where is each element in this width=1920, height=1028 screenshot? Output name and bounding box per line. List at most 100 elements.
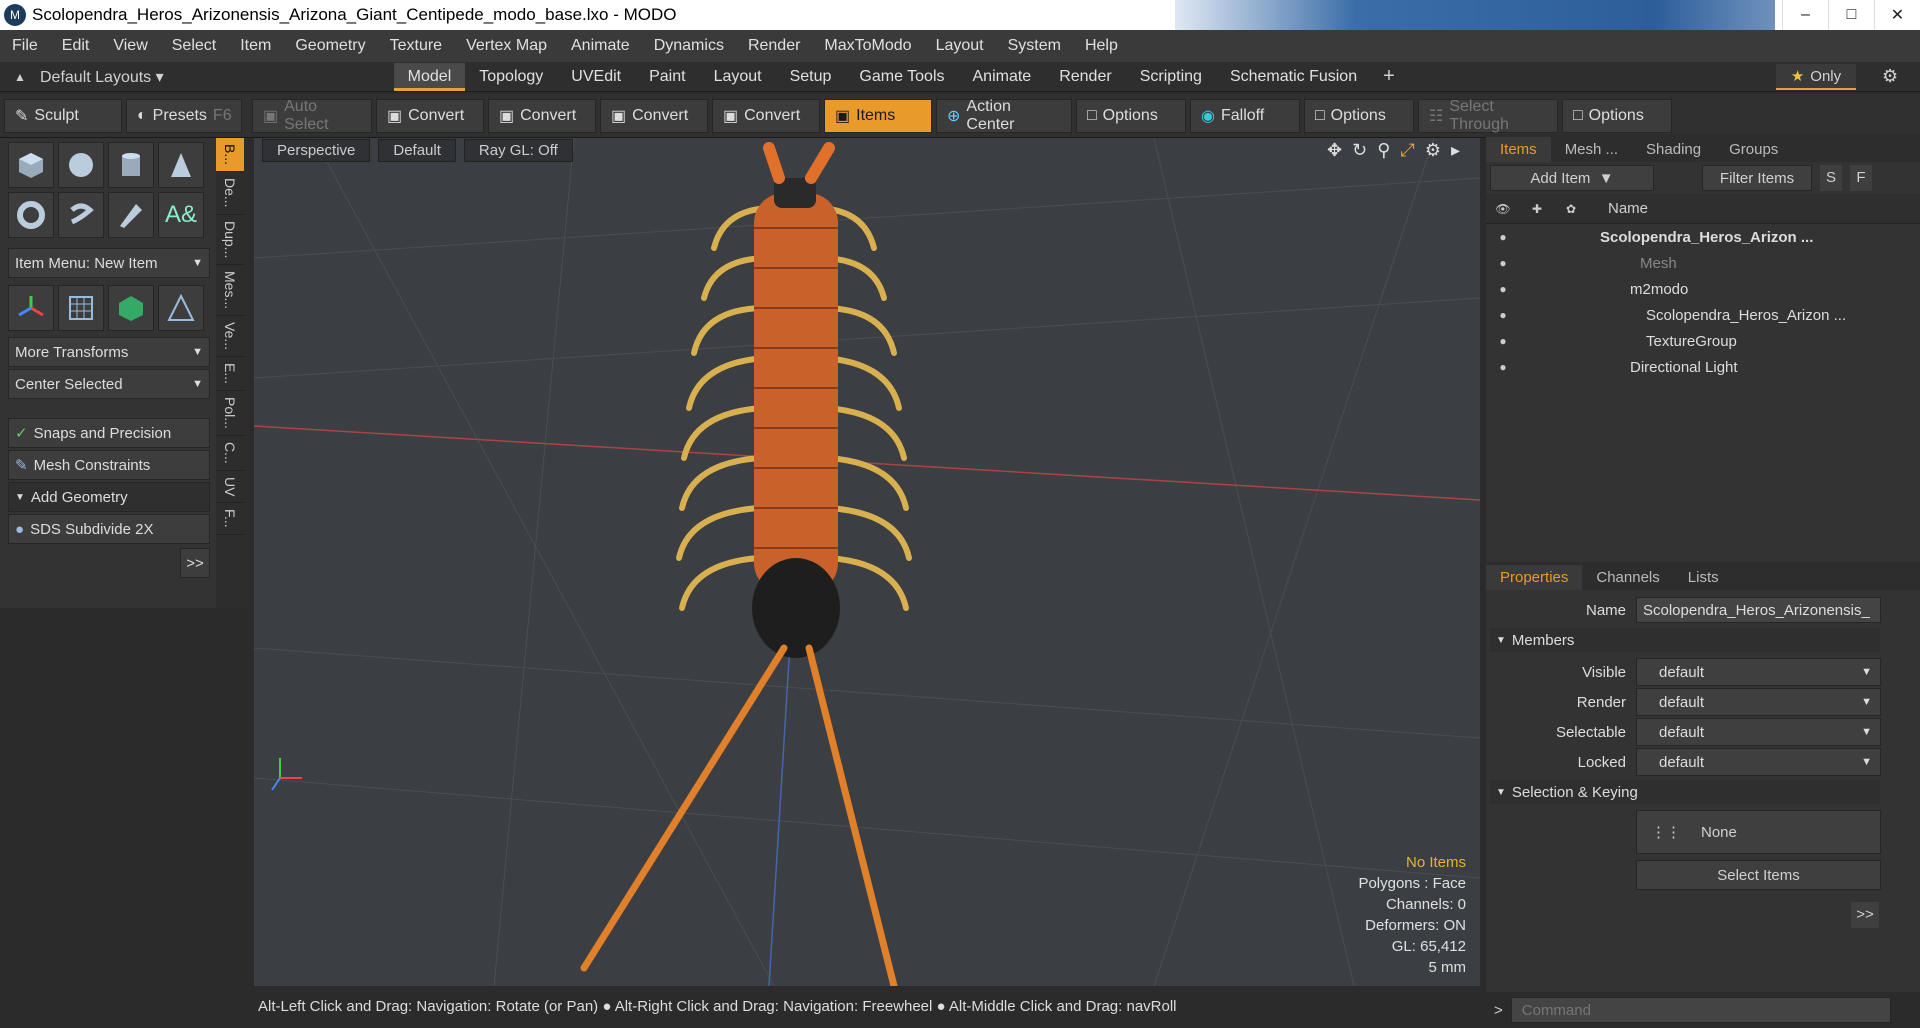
cube-primitive-icon[interactable]: [8, 142, 54, 188]
tree-row-mesh[interactable]: ● Mesh: [1486, 250, 1920, 276]
more-transforms-dropdown[interactable]: More Transforms ▼: [8, 337, 210, 367]
menu-animate[interactable]: Animate: [559, 37, 642, 55]
selectable-dropdown[interactable]: default ▼: [1636, 718, 1881, 746]
render-dropdown[interactable]: default ▼: [1636, 688, 1881, 716]
visibility-eye-icon[interactable]: ●: [1486, 282, 1520, 296]
visible-dropdown[interactable]: default ▼: [1636, 658, 1881, 686]
menu-system[interactable]: System: [996, 37, 1073, 55]
menu-vertex-map[interactable]: Vertex Map: [454, 37, 559, 55]
close-button[interactable]: ✕: [1874, 0, 1920, 30]
menu-item[interactable]: Item: [228, 37, 283, 55]
menu-edit[interactable]: Edit: [50, 37, 102, 55]
menu-maxtomodo[interactable]: MaxToModo: [812, 37, 923, 55]
visibility-eye-icon[interactable]: ●: [1486, 334, 1520, 348]
cylinder-primitive-icon[interactable]: [108, 142, 154, 188]
menu-file[interactable]: File: [0, 37, 50, 55]
tab-paint[interactable]: Paint: [635, 63, 699, 91]
none-button[interactable]: ⋮⋮ None: [1636, 810, 1881, 854]
tree-row-m2modo[interactable]: ● m2modo: [1486, 276, 1920, 302]
cone-primitive-icon[interactable]: [158, 142, 204, 188]
action-center-button[interactable]: ⊕ Action Center: [936, 98, 1072, 133]
presets-button[interactable]: ◐ Presets F6: [126, 98, 242, 133]
options-button-2[interactable]: □ Options: [1304, 98, 1414, 133]
vtab-curve[interactable]: C...: [216, 436, 244, 471]
selection-keying-section[interactable]: ▼ Selection & Keying: [1490, 780, 1880, 804]
select-items-button[interactable]: Select Items: [1636, 860, 1881, 890]
tab-render[interactable]: Render: [1045, 63, 1125, 91]
green-cube-icon[interactable]: [108, 285, 154, 331]
minimize-button[interactable]: –: [1782, 0, 1828, 30]
select-through-button[interactable]: ☷ Select Through: [1418, 98, 1558, 133]
torus-primitive-icon[interactable]: [8, 192, 54, 238]
auto-select-button[interactable]: ▣ Auto Select: [252, 98, 372, 133]
menu-select[interactable]: Select: [160, 37, 228, 55]
menu-texture[interactable]: Texture: [378, 37, 454, 55]
tab-animate[interactable]: Animate: [959, 63, 1046, 91]
menu-layout[interactable]: Layout: [924, 37, 996, 55]
only-toggle[interactable]: ★ Only: [1776, 64, 1856, 90]
zoom-icon[interactable]: ⚲: [1377, 140, 1390, 161]
vtab-edge[interactable]: E...: [216, 357, 244, 392]
vtab-duplicate[interactable]: Dup...: [216, 215, 244, 265]
tree-row-texturegroup[interactable]: ● TextureGroup: [1486, 328, 1920, 354]
add-geometry-section[interactable]: ▼ Add Geometry: [8, 482, 210, 512]
visibility-eye-icon[interactable]: ●: [1486, 308, 1520, 322]
tree-row-directional-light[interactable]: ● Directional Light: [1486, 354, 1920, 380]
expand-arrow-icon[interactable]: ▸: [1451, 140, 1460, 161]
center-selected-dropdown[interactable]: Center Selected ▼: [8, 369, 210, 399]
convert-button-2[interactable]: ▣ Convert: [488, 98, 596, 133]
visibility-eye-icon[interactable]: ●: [1486, 256, 1520, 270]
maximize-button[interactable]: □: [1828, 0, 1874, 30]
rotate-icon[interactable]: ↻: [1352, 140, 1367, 161]
item-menu-dropdown[interactable]: Item Menu: New Item ▼: [8, 248, 210, 278]
capsule-primitive-icon[interactable]: [58, 192, 104, 238]
add-tab-icon[interactable]: +: [1371, 65, 1407, 88]
vtab-deform[interactable]: De...: [216, 172, 244, 215]
vtab-fusion[interactable]: F...: [216, 503, 244, 535]
layout-selector[interactable]: Default Layouts ▾: [40, 67, 164, 87]
vtab-basic[interactable]: B...: [216, 138, 244, 173]
text-tool-icon[interactable]: A&: [158, 192, 204, 238]
snaps-precision-button[interactable]: ✓ Snaps and Precision: [8, 418, 210, 448]
pyramid-tool-icon[interactable]: [158, 285, 204, 331]
vtab-uv[interactable]: UV: [216, 471, 244, 504]
vtab-vertex[interactable]: Ve...: [216, 316, 244, 358]
more-props-button[interactable]: >>: [1851, 902, 1879, 928]
tree-row-locator[interactable]: ● Scolopendra_Heros_Arizon ...: [1486, 302, 1920, 328]
convert-button-1[interactable]: ▣ Convert: [376, 98, 484, 133]
options-button-3[interactable]: □ Options: [1562, 98, 1672, 133]
options-button-1[interactable]: □ Options: [1076, 98, 1186, 133]
tab-model[interactable]: Model: [393, 62, 466, 91]
tab-uvedit[interactable]: UVEdit: [557, 63, 635, 91]
tab-items[interactable]: Items: [1486, 137, 1551, 162]
command-input[interactable]: [1510, 997, 1891, 1023]
menu-geometry[interactable]: Geometry: [283, 37, 377, 55]
transform-tool-icon[interactable]: [8, 285, 54, 331]
view-type-selector[interactable]: Perspective: [262, 138, 371, 162]
collapse-icon[interactable]: ▲: [0, 70, 40, 84]
tab-scripting[interactable]: Scripting: [1126, 63, 1216, 91]
tab-groups[interactable]: Groups: [1715, 137, 1792, 162]
visibility-eye-icon[interactable]: ●: [1486, 360, 1520, 374]
tab-game-tools[interactable]: Game Tools: [845, 63, 958, 91]
tab-channels[interactable]: Channels: [1582, 565, 1673, 590]
tab-lists[interactable]: Lists: [1674, 565, 1733, 590]
sds-subdivide-button[interactable]: ● SDS Subdivide 2X: [8, 514, 210, 544]
tab-shading[interactable]: Shading: [1632, 137, 1715, 162]
sculpt-button[interactable]: ✎ Sculpt: [4, 98, 122, 133]
locked-dropdown[interactable]: default ▼: [1636, 748, 1881, 776]
pan-icon[interactable]: ✥: [1327, 140, 1342, 161]
tree-row-scene[interactable]: ● Scolopendra_Heros_Arizon ...: [1486, 224, 1920, 250]
grid-tool-icon[interactable]: [58, 285, 104, 331]
menu-dynamics[interactable]: Dynamics: [642, 37, 736, 55]
items-mode-button[interactable]: ▣ Items: [824, 98, 932, 133]
tab-properties[interactable]: Properties: [1486, 565, 1583, 590]
add-item-button[interactable]: Add Item ▼: [1490, 165, 1654, 191]
vtab-mesh[interactable]: Mes...: [216, 265, 244, 317]
shading-selector[interactable]: Default: [378, 138, 456, 162]
tab-layout[interactable]: Layout: [700, 63, 776, 91]
tab-schematic-fusion[interactable]: Schematic Fusion: [1216, 63, 1371, 91]
falloff-button[interactable]: ◉ Falloff: [1190, 98, 1300, 133]
visibility-eye-icon[interactable]: ●: [1486, 230, 1520, 244]
tab-setup[interactable]: Setup: [776, 63, 846, 91]
